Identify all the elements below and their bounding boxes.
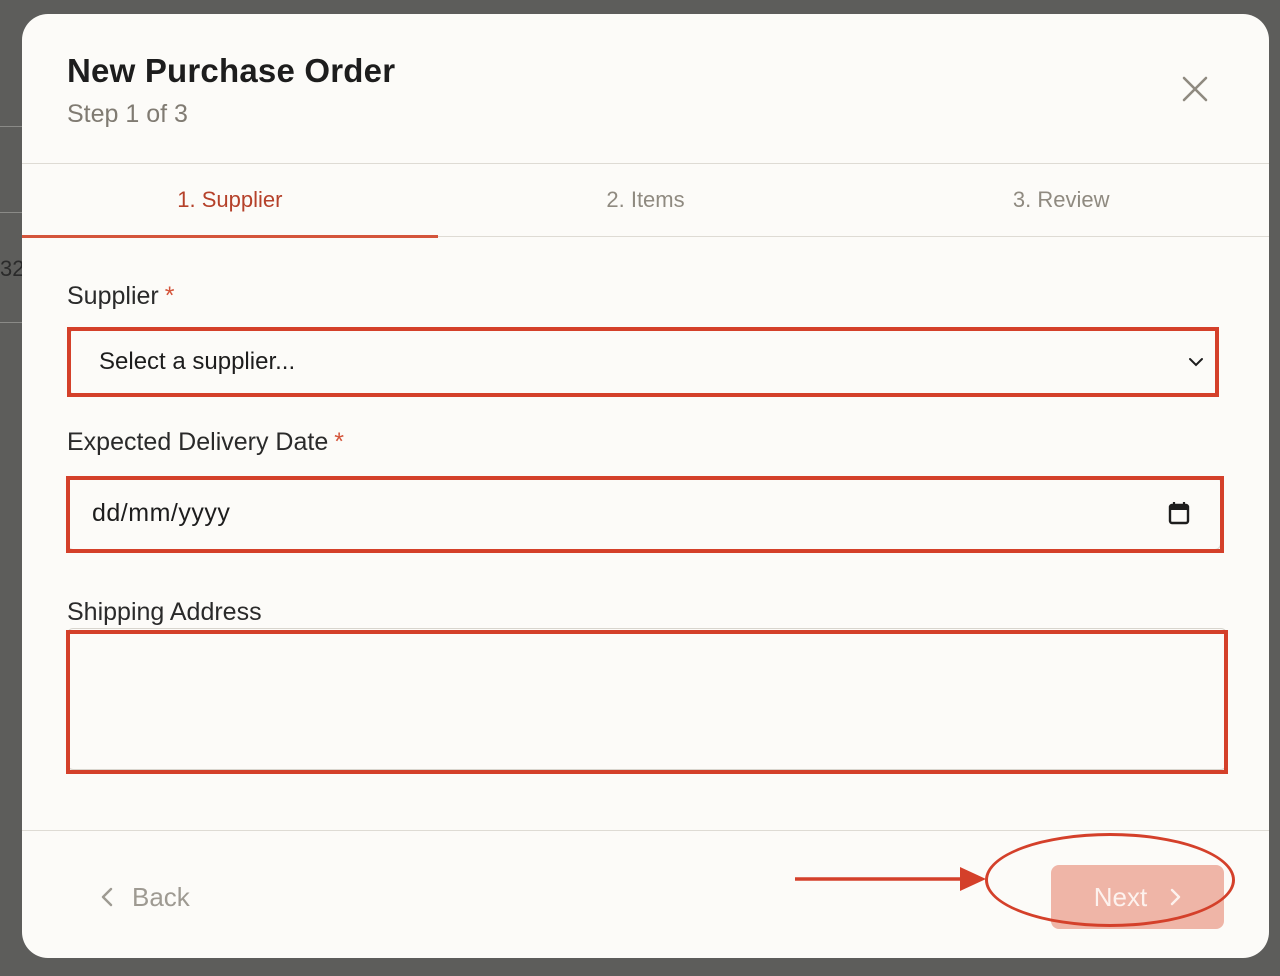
chevron-right-icon: [1171, 888, 1181, 906]
modal-header: New Purchase Order Step 1 of 3: [22, 14, 1269, 164]
supplier-select-value: Select a supplier...: [99, 348, 296, 375]
next-button[interactable]: Next: [1051, 865, 1224, 929]
modal-footer: Back Next: [22, 830, 1269, 958]
back-label: Back: [132, 881, 190, 912]
date-placeholder: dd/mm/yyyy: [92, 498, 231, 527]
close-button[interactable]: [1177, 71, 1213, 107]
back-button[interactable]: Back: [100, 879, 190, 915]
tab-items[interactable]: 2. Items: [438, 164, 854, 236]
calendar-icon[interactable]: [1168, 501, 1190, 525]
shipping-address-label: Shipping Address: [67, 598, 262, 626]
delivery-date-label-text: Expected Delivery Date: [67, 428, 329, 456]
close-icon: [1182, 76, 1208, 102]
modal-title: New Purchase Order: [67, 52, 396, 89]
tab-supplier[interactable]: 1. Supplier: [22, 164, 438, 238]
required-mark: *: [164, 282, 175, 310]
step-indicator: Step 1 of 3: [67, 100, 188, 128]
tab-review[interactable]: 3. Review: [853, 164, 1269, 236]
supplier-label-text: Supplier: [67, 282, 159, 310]
annotation-arrow-icon: [795, 867, 986, 891]
next-label: Next: [1093, 881, 1148, 912]
chevron-left-icon: [101, 887, 113, 907]
delivery-date-label: Expected Delivery Date *: [67, 428, 344, 457]
supplier-select[interactable]: Select a supplier...: [69, 329, 1219, 395]
chevron-down-icon: [1189, 358, 1203, 367]
purchase-order-modal: New Purchase Order Step 1 of 3 1. Suppli…: [22, 14, 1269, 958]
delivery-date-input[interactable]: dd/mm/yyyy: [67, 476, 1221, 550]
required-mark: *: [334, 428, 344, 456]
step-tabs: 1. Supplier 2. Items 3. Review: [22, 163, 1269, 238]
shipping-address-textarea[interactable]: [67, 628, 1227, 770]
supplier-label: Supplier *: [67, 282, 174, 311]
background-text-fragment: 32: [0, 256, 25, 281]
